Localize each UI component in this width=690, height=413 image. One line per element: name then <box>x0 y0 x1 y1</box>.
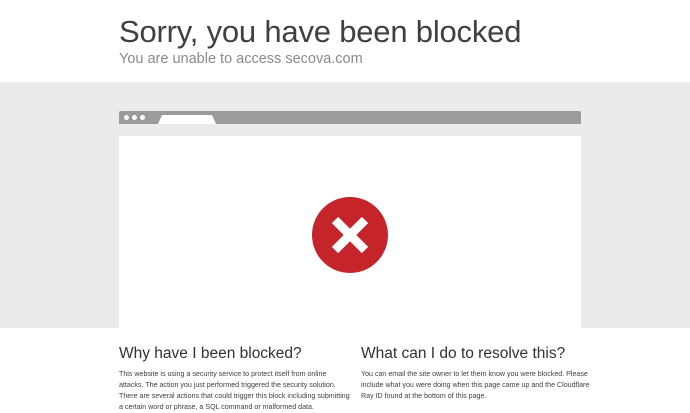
browser-dot-icon <box>132 115 137 120</box>
why-blocked-heading: Why have I been blocked? <box>119 345 302 362</box>
resolve-text: You can email the site owner to let them… <box>361 370 590 400</box>
browser-dot-icon <box>140 115 145 120</box>
why-blocked-text: This website is using a security service… <box>119 370 350 411</box>
header: Sorry, you have been blocked You are una… <box>0 0 690 82</box>
browser-illustration-bar <box>119 111 581 124</box>
error-x-icon <box>312 197 388 273</box>
browser-dot-icon <box>124 115 129 120</box>
resolve-heading: What can I do to resolve this? <box>361 345 566 362</box>
page-title: Sorry, you have been blocked <box>119 14 522 49</box>
browser-tab-shape <box>158 115 216 124</box>
page-subtitle: You are unable to access secova.com <box>119 51 363 67</box>
